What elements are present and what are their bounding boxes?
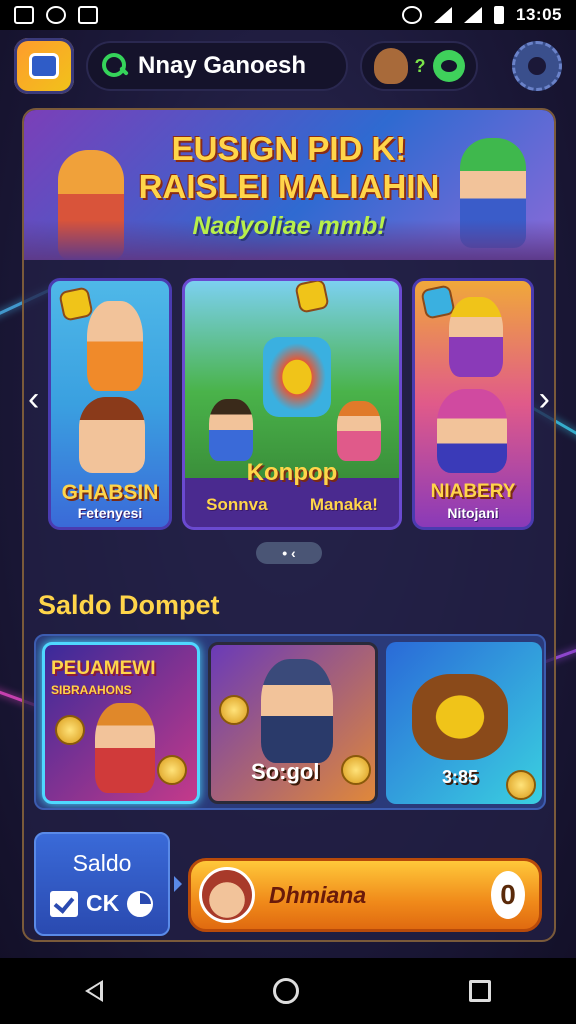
- banner-title-line2: RAISLEI MALIAHIN: [138, 168, 440, 205]
- coin-icon: [55, 715, 85, 745]
- game-card-footer-right: Manaka!: [309, 495, 378, 514]
- cta-badge: 0: [491, 871, 525, 919]
- promo-banner[interactable]: EUSIGN PID K! RAISLEI MALIAHIN Nadyoliae…: [24, 110, 554, 260]
- coin-icon: [219, 695, 249, 725]
- main-panel: EUSIGN PID K! RAISLEI MALIAHIN Nadyoliae…: [22, 108, 556, 942]
- balance-value: CK: [86, 890, 120, 916]
- currency-pill[interactable]: ?: [360, 41, 478, 91]
- game-badge-icon: [58, 286, 94, 322]
- search-bar[interactable]: Nnay Ganoesh: [86, 41, 348, 91]
- game-card-title: GHABSIN: [61, 481, 159, 504]
- section-title: Saldo Dompet: [38, 590, 220, 620]
- character-figure: [449, 297, 503, 377]
- mail-icon: [78, 6, 98, 24]
- search-input[interactable]: Nnay Ganoesh: [138, 52, 306, 80]
- game-card-footer: Sonnva Manaka!: [185, 483, 399, 527]
- avatar: [199, 867, 255, 923]
- alarm-icon: [402, 6, 423, 24]
- balance-box[interactable]: Saldo CK: [34, 832, 170, 936]
- wallet-card-value: 3:85: [442, 767, 479, 787]
- cta-label: Dhmiana: [269, 881, 367, 908]
- wallet-card[interactable]: So:gol: [208, 642, 378, 804]
- character-figure: [95, 703, 155, 793]
- game-card-title: NIABERY: [430, 481, 516, 502]
- status-bar: 13:05: [0, 0, 576, 30]
- balance-row: CK: [50, 890, 154, 917]
- character-figure: [437, 389, 507, 473]
- character-icon: [373, 48, 408, 84]
- signal-icon: [464, 7, 483, 23]
- wallet-card-value: So:gol: [251, 759, 320, 784]
- game-card[interactable]: NIABERY Nitojani: [412, 278, 534, 530]
- game-card-subtitle: Nitojani: [447, 505, 499, 521]
- character-figure: [209, 399, 253, 461]
- wallet-card-subtitle: SIBRAAHONS: [51, 683, 132, 697]
- clock: 13:05: [516, 5, 562, 24]
- wallet-card-title: PEUAMEWI: [51, 658, 156, 679]
- gallery-icon: [14, 6, 34, 24]
- balance-label: Saldo: [72, 850, 132, 876]
- character-figure: [261, 659, 333, 763]
- system-nav-bar: [0, 958, 576, 1024]
- settings-button[interactable]: [512, 41, 562, 91]
- game-card-footer-left: Sonnva: [206, 495, 268, 514]
- smile-icon: [432, 50, 465, 82]
- wallet-card[interactable]: PEUAMEWI SIBRAAHONS: [42, 642, 200, 804]
- gamepad-icon: [29, 53, 59, 79]
- banner-title-line1: EUSIGN PID K!: [171, 130, 407, 167]
- app-logo[interactable]: [14, 38, 74, 94]
- coin-icon: [506, 770, 536, 800]
- game-card[interactable]: GHABSIN Fetenyesi: [48, 278, 172, 530]
- play-now-button[interactable]: Dhmiana 0: [188, 858, 542, 932]
- carousel-prev-arrow[interactable]: ‹: [28, 380, 39, 419]
- treasure-chest-illustration: [412, 674, 508, 760]
- game-badge-icon: [294, 281, 330, 314]
- search-icon: [102, 53, 128, 79]
- wallet-card[interactable]: 3:85: [386, 642, 542, 804]
- banner-subtitle: Nadyoliae mmb!: [192, 212, 386, 240]
- character-figure: [87, 301, 143, 391]
- alarm-icon: [46, 6, 66, 24]
- top-app-bar: Nnay Ganoesh ?: [14, 38, 562, 94]
- game-card-subtitle: Fetenyesi: [77, 505, 143, 521]
- battery-icon: [494, 6, 505, 24]
- back-icon[interactable]: [85, 980, 103, 1002]
- carousel-next-arrow[interactable]: ›: [539, 380, 550, 419]
- coin-icon: [157, 755, 187, 785]
- character-figure: [337, 401, 381, 461]
- carousel-pager[interactable]: • ‹: [256, 542, 322, 564]
- recent-apps-icon[interactable]: [469, 980, 491, 1002]
- check-icon: [50, 890, 78, 917]
- home-icon[interactable]: [273, 978, 299, 1004]
- coin-icon: [341, 755, 371, 785]
- wifi-icon: [434, 7, 453, 23]
- currency-value: ?: [414, 55, 426, 76]
- wallet-carousel: PEUAMEWI SIBRAAHONS So:gol 3:85: [34, 634, 546, 810]
- chevron-right-icon: [174, 876, 182, 892]
- game-card-featured[interactable]: Konpop Sonnva Manaka!: [182, 278, 402, 530]
- prize-cart-illustration: [263, 337, 331, 417]
- pie-chart-icon: [127, 890, 154, 917]
- gear-icon: [528, 57, 546, 75]
- character-figure: [79, 397, 145, 473]
